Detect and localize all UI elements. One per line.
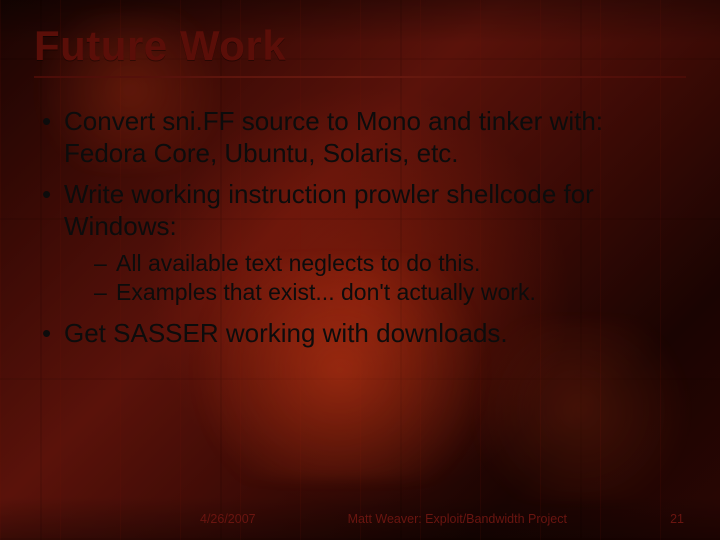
bullet-list: Convert sni.FF source to Mono and tinker… [34,106,686,349]
bullet-text: Get SASSER working with downloads. [64,318,508,348]
list-item: Examples that exist... don't actually wo… [94,278,686,307]
footer-page-number: 21 [670,512,684,526]
list-item: Get SASSER working with downloads. [40,318,686,350]
list-item: All available text neglects to do this. [94,249,686,278]
list-item: Convert sni.FF source to Mono and tinker… [40,106,686,169]
title-rule [34,76,686,78]
sub-bullet-text: All available text neglects to do this. [116,250,480,276]
sub-bullet-text: Examples that exist... don't actually wo… [116,279,536,305]
bullet-text: Write working instruction prowler shellc… [64,179,594,241]
sub-bullet-list: All available text neglects to do this. … [64,249,686,308]
footer-project: Matt Weaver: Exploit/Bandwidth Project [348,512,567,526]
slide-footer: 4/26/2007 Matt Weaver: Exploit/Bandwidth… [0,512,720,526]
list-item: Write working instruction prowler shellc… [40,179,686,307]
bullet-text: Convert sni.FF source to Mono and tinker… [64,106,603,168]
slide-title: Future Work [34,22,686,70]
footer-date: 4/26/2007 [200,512,256,526]
slide: Future Work Convert sni.FF source to Mon… [0,0,720,540]
